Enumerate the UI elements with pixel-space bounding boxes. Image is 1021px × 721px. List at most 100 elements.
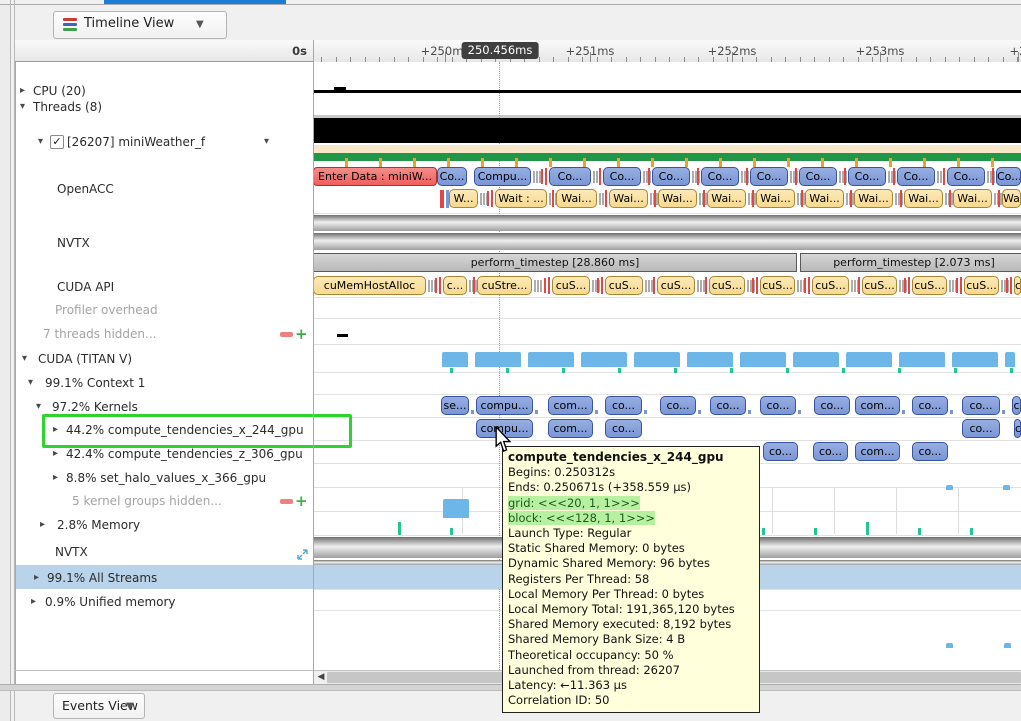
show-rows-icon[interactable]: + — [295, 326, 307, 342]
openacc-compute-event[interactable]: Co... — [897, 167, 935, 186]
openacc-wait-event[interactable]: Wai... — [658, 189, 697, 208]
sidebar-item-threads-hidden[interactable]: 7 threads hidden... — [43, 326, 156, 342]
kernel-event[interactable]: co... — [962, 396, 1000, 415]
show-rows-icon[interactable]: + — [295, 493, 307, 509]
openacc-wait-event[interactable]: W... — [449, 189, 478, 208]
sidebar-item-cuda-device[interactable]: CUDA (TITAN V) — [38, 351, 132, 367]
expander-right-icon[interactable]: ▸ — [34, 570, 48, 586]
openacc-compute-event[interactable]: Co... — [549, 167, 591, 186]
sidebar-item-kernels[interactable]: 97.2% Kernels — [52, 399, 138, 415]
openacc-wait-event[interactable]: Wa... — [1002, 189, 1021, 208]
expander-right-icon[interactable]: ▸ — [40, 517, 54, 533]
expander-down-icon[interactable]: ▾ — [36, 399, 50, 415]
cuda-api-event[interactable]: cuStre... — [477, 276, 532, 295]
openacc-wait-event[interactable]: Wait : ... — [495, 189, 547, 208]
hide-rows-icon[interactable] — [280, 499, 293, 504]
openacc-compute-event[interactable]: Co... — [652, 167, 690, 186]
cuda-api-event[interactable]: c — [1014, 276, 1021, 295]
scrollbar-left-arrow[interactable]: ◀ — [315, 671, 327, 684]
cuda-api-event[interactable]: cuS... — [552, 276, 590, 295]
thread-checkbox[interactable]: ✓ — [50, 135, 64, 149]
kernel-x244-event[interactable]: co... — [605, 419, 642, 438]
panel-divider[interactable] — [313, 40, 314, 684]
sidebar-item-openacc[interactable]: OpenACC — [57, 181, 114, 197]
openacc-compute-event[interactable]: Compu... — [474, 167, 531, 186]
expander-right-icon[interactable]: ▸ — [31, 594, 45, 610]
expander-down-icon[interactable]: ▾ — [28, 375, 42, 391]
cuda-api-event[interactable]: cuS... — [760, 276, 795, 295]
openacc-wait-event[interactable]: Wai... — [953, 189, 992, 208]
view-selector-dropdown[interactable]: Timeline View ▼ — [53, 11, 227, 39]
nvtx-depth-bar-1[interactable] — [314, 215, 1021, 231]
cuda-api-event[interactable]: c... — [443, 276, 467, 295]
sidebar-item-unified-memory[interactable]: 0.9% Unified memory — [45, 594, 176, 610]
openacc-wait-event[interactable]: Wai... — [756, 189, 795, 208]
sidebar-item-cuda-api[interactable]: CUDA API — [57, 279, 114, 295]
openacc-wait-event[interactable]: Wai... — [805, 189, 844, 208]
sidebar-item-kernel-halo[interactable]: 8.8% set_halo_values_x_366_gpu — [66, 470, 266, 486]
kernel-event[interactable]: com... — [548, 396, 593, 415]
expander-down-icon[interactable]: ▾ — [20, 99, 34, 115]
kernel-event[interactable]: co... — [814, 396, 850, 415]
kernel-event[interactable]: co... — [605, 396, 642, 415]
sidebar-item-cpu[interactable]: CPU (20) — [33, 83, 86, 99]
kernel-event[interactable]: c — [1012, 396, 1021, 415]
cuda-api-event[interactable]: cuS... — [912, 276, 947, 295]
kernel-z306-event[interactable]: co... — [813, 442, 848, 461]
kernel-event[interactable]: co... — [660, 396, 696, 415]
nvtx-range-event[interactable]: perform_timestep [2.073 ms] — [800, 253, 1021, 272]
expander-down-icon[interactable]: ▾ — [22, 351, 36, 367]
cuda-api-event[interactable]: cuS... — [605, 276, 643, 295]
kernel-x244-event[interactable]: co... — [962, 419, 1000, 438]
sidebar-item-all-streams[interactable]: 99.1% All Streams — [47, 570, 157, 586]
expander-right-icon[interactable]: ▸ — [53, 446, 67, 462]
kernel-z306-event[interactable]: co... — [912, 442, 948, 461]
thread-options-caret[interactable]: ▾ — [264, 134, 276, 150]
sidebar-item-kernel-groups-hidden[interactable]: 5 kernel groups hidden... — [72, 493, 222, 509]
openacc-data-event[interactable]: Enter Data : miniW... — [313, 167, 437, 186]
nvtx-depth-bar-2[interactable] — [314, 233, 1021, 250]
kernel-event[interactable]: compu... — [476, 396, 533, 415]
kernel-event[interactable]: co... — [760, 396, 796, 415]
kernel-z306-event[interactable]: co... — [763, 442, 798, 461]
sidebar-item-threads[interactable]: Threads (8) — [33, 99, 102, 115]
openacc-compute-event[interactable]: Co... — [799, 167, 837, 186]
events-view-dropdown[interactable]: Events View ▼ — [53, 693, 145, 719]
openacc-wait-event[interactable]: Wai... — [854, 189, 893, 208]
sidebar-item-nvtx[interactable]: NVTX — [57, 235, 90, 251]
expander-right-icon[interactable]: ▸ — [53, 470, 67, 486]
kernel-event[interactable]: co... — [912, 396, 948, 415]
sidebar-item-context-1[interactable]: 99.1% Context 1 — [45, 375, 145, 391]
openacc-wait-event[interactable]: Wai... — [904, 189, 943, 208]
expander-right-icon[interactable]: ▸ — [20, 83, 34, 99]
cuda-api-event[interactable]: cuS... — [964, 276, 999, 295]
openacc-compute-event[interactable]: Co... — [603, 167, 641, 186]
cuda-api-event[interactable]: cuS... — [812, 276, 849, 295]
sidebar-item-nvtx-gpu[interactable]: NVTX — [55, 544, 88, 560]
openacc-compute-event[interactable]: Co... — [947, 167, 985, 186]
openacc-wait-event[interactable]: Wai... — [556, 189, 597, 208]
cuda-api-event[interactable]: cuMemHostAlloc — [313, 276, 426, 295]
kernel-event[interactable]: com... — [855, 396, 900, 415]
nvtx-range-event[interactable]: perform_timestep [28.860 ms] — [313, 253, 797, 272]
openacc-compute-event[interactable]: Co... — [701, 167, 739, 186]
kernel-event[interactable]: co... — [710, 396, 746, 415]
cuda-api-event[interactable]: cuS... — [862, 276, 897, 295]
cuda-api-event[interactable]: cuS... — [657, 276, 695, 295]
kernel-event[interactable]: se... — [441, 396, 469, 415]
openacc-wait-event[interactable]: Wai... — [609, 189, 648, 208]
openacc-wait-event[interactable]: Wai... — [707, 189, 746, 208]
sidebar-item-process-miniweather[interactable]: [26207] miniWeather_f — [67, 134, 205, 150]
kernel-z306-event[interactable]: com... — [855, 442, 900, 461]
openacc-compute-event[interactable]: Co... — [750, 167, 788, 186]
openacc-compute-event[interactable]: Co... — [437, 167, 467, 186]
sidebar-item-kernel-z306[interactable]: 42.4% compute_tendencies_z_306_gpu — [66, 446, 303, 462]
kernel-x244-event[interactable]: com... — [548, 419, 593, 438]
openacc-compute-event[interactable]: Co... — [996, 167, 1021, 186]
kernel-x244-event[interactable]: c — [1014, 419, 1021, 438]
expand-row-icon[interactable] — [296, 546, 309, 559]
thread-state-bar[interactable] — [314, 118, 1021, 143]
hide-rows-icon[interactable] — [280, 332, 293, 337]
openacc-compute-event[interactable]: Co... — [848, 167, 886, 186]
sidebar-item-memory[interactable]: 2.8% Memory — [57, 517, 140, 533]
